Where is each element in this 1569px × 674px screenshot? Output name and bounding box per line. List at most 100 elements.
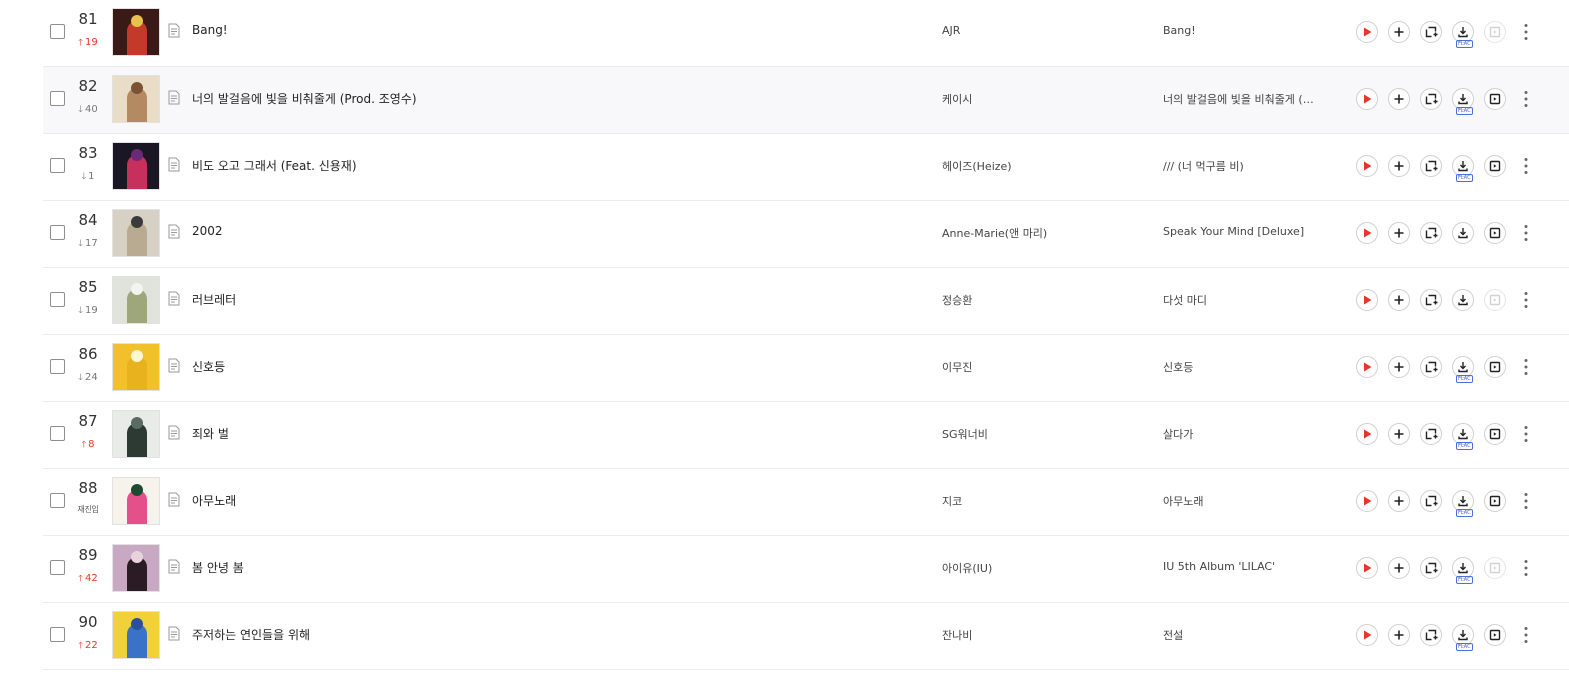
more-options-button[interactable] — [1519, 357, 1533, 377]
album-art[interactable] — [112, 611, 160, 659]
lyrics-icon[interactable] — [167, 358, 181, 373]
add-to-playlist-button[interactable] — [1420, 423, 1442, 445]
add-to-playlist-button[interactable] — [1420, 289, 1442, 311]
album-art[interactable] — [112, 477, 160, 525]
artist-name[interactable]: 케이시 — [942, 91, 972, 107]
album-name[interactable]: 다섯 마디 — [1163, 292, 1323, 308]
song-title[interactable]: 너의 발걸음에 빛을 비춰줄게 (Prod. 조영수) — [192, 90, 417, 107]
album-art[interactable] — [112, 343, 160, 391]
artist-name[interactable]: 아이유(IU) — [942, 560, 992, 576]
play-button[interactable] — [1356, 155, 1378, 177]
song-title[interactable]: 아무노래 — [192, 492, 236, 509]
play-button[interactable] — [1356, 289, 1378, 311]
play-button[interactable] — [1356, 21, 1378, 43]
more-options-button[interactable] — [1519, 625, 1533, 645]
music-video-button[interactable] — [1484, 624, 1506, 646]
select-checkbox[interactable] — [50, 158, 65, 173]
more-options-button[interactable] — [1519, 223, 1533, 243]
song-title[interactable]: 비도 오고 그래서 (Feat. 신용재) — [192, 157, 357, 174]
add-button[interactable] — [1388, 624, 1410, 646]
music-video-button[interactable] — [1484, 423, 1506, 445]
more-options-button[interactable] — [1519, 22, 1533, 42]
music-video-button[interactable] — [1484, 490, 1506, 512]
play-button[interactable] — [1356, 490, 1378, 512]
lyrics-icon[interactable] — [167, 291, 181, 306]
select-checkbox[interactable] — [50, 493, 65, 508]
artist-name[interactable]: 정승환 — [942, 292, 972, 308]
album-art[interactable] — [112, 410, 160, 458]
play-button[interactable] — [1356, 557, 1378, 579]
add-button[interactable] — [1388, 222, 1410, 244]
song-title[interactable]: 2002 — [192, 224, 223, 238]
album-name[interactable]: 살다가 — [1163, 426, 1323, 442]
album-name[interactable]: 전설 — [1163, 627, 1323, 643]
music-video-button[interactable] — [1484, 155, 1506, 177]
add-to-playlist-button[interactable] — [1420, 21, 1442, 43]
select-checkbox[interactable] — [50, 91, 65, 106]
add-to-playlist-button[interactable] — [1420, 88, 1442, 110]
song-title[interactable]: Bang! — [192, 23, 228, 37]
music-video-button[interactable] — [1484, 222, 1506, 244]
lyrics-icon[interactable] — [167, 626, 181, 641]
album-name[interactable]: Bang! — [1163, 24, 1323, 37]
artist-name[interactable]: 헤이즈(Heize) — [942, 158, 1012, 174]
download-button[interactable] — [1452, 289, 1474, 311]
select-checkbox[interactable] — [50, 24, 65, 39]
play-button[interactable] — [1356, 423, 1378, 445]
lyrics-icon[interactable] — [167, 23, 181, 38]
select-checkbox[interactable] — [50, 560, 65, 575]
album-art[interactable] — [112, 8, 160, 56]
album-art[interactable] — [112, 209, 160, 257]
play-button[interactable] — [1356, 222, 1378, 244]
add-to-playlist-button[interactable] — [1420, 155, 1442, 177]
add-to-playlist-button[interactable] — [1420, 624, 1442, 646]
add-to-playlist-button[interactable] — [1420, 356, 1442, 378]
lyrics-icon[interactable] — [167, 559, 181, 574]
artist-name[interactable]: 잔나비 — [942, 627, 972, 643]
add-button[interactable] — [1388, 490, 1410, 512]
add-to-playlist-button[interactable] — [1420, 490, 1442, 512]
more-options-button[interactable] — [1519, 491, 1533, 511]
play-button[interactable] — [1356, 88, 1378, 110]
lyrics-icon[interactable] — [167, 425, 181, 440]
select-checkbox[interactable] — [50, 359, 65, 374]
song-title[interactable]: 봄 안녕 봄 — [192, 559, 244, 576]
add-button[interactable] — [1388, 21, 1410, 43]
album-art[interactable] — [112, 544, 160, 592]
album-art[interactable] — [112, 75, 160, 123]
lyrics-icon[interactable] — [167, 224, 181, 239]
album-name[interactable]: 너의 발걸음에 빛을 비춰줄게 (… — [1163, 91, 1323, 107]
lyrics-icon[interactable] — [167, 492, 181, 507]
select-checkbox[interactable] — [50, 292, 65, 307]
song-title[interactable]: 주저하는 연인들을 위해 — [192, 626, 310, 643]
add-button[interactable] — [1388, 88, 1410, 110]
add-button[interactable] — [1388, 557, 1410, 579]
song-title[interactable]: 러브레터 — [192, 291, 236, 308]
album-name[interactable]: Speak Your Mind [Deluxe] — [1163, 225, 1323, 238]
download-button[interactable] — [1452, 222, 1474, 244]
album-art[interactable] — [112, 142, 160, 190]
add-button[interactable] — [1388, 155, 1410, 177]
album-name[interactable]: /// (너 먹구름 비) — [1163, 158, 1323, 174]
song-title[interactable]: 죄와 벌 — [192, 425, 229, 442]
song-title[interactable]: 신호등 — [192, 358, 225, 375]
add-button[interactable] — [1388, 356, 1410, 378]
music-video-button[interactable] — [1484, 88, 1506, 110]
artist-name[interactable]: 지코 — [942, 493, 962, 509]
more-options-button[interactable] — [1519, 424, 1533, 444]
play-button[interactable] — [1356, 356, 1378, 378]
select-checkbox[interactable] — [50, 225, 65, 240]
add-to-playlist-button[interactable] — [1420, 222, 1442, 244]
select-checkbox[interactable] — [50, 426, 65, 441]
add-to-playlist-button[interactable] — [1420, 557, 1442, 579]
more-options-button[interactable] — [1519, 156, 1533, 176]
add-button[interactable] — [1388, 289, 1410, 311]
music-video-button[interactable] — [1484, 356, 1506, 378]
more-options-button[interactable] — [1519, 290, 1533, 310]
more-options-button[interactable] — [1519, 89, 1533, 109]
lyrics-icon[interactable] — [167, 90, 181, 105]
album-name[interactable]: 신호등 — [1163, 359, 1323, 375]
artist-name[interactable]: Anne-Marie(앤 마리) — [942, 225, 1047, 241]
play-button[interactable] — [1356, 624, 1378, 646]
album-art[interactable] — [112, 276, 160, 324]
